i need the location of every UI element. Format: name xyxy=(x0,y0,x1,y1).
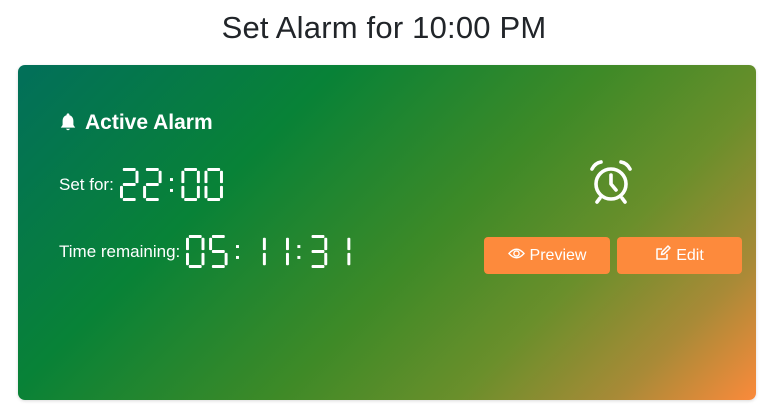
preview-button-label: Preview xyxy=(529,246,587,264)
alarm-clock-icon xyxy=(586,157,636,207)
eye-icon xyxy=(507,247,530,265)
set-for-value: 22:00 xyxy=(119,168,228,201)
time-remaining-value: 05:11:31 xyxy=(186,235,355,268)
edit-button[interactable]: Edit xyxy=(617,237,742,274)
digit-glyph xyxy=(263,237,267,266)
digital-readout: 05:11:31 xyxy=(186,235,351,268)
digit-glyph xyxy=(311,235,328,268)
card-header-label: Active Alarm xyxy=(85,111,213,134)
digital-readout: 22:00 xyxy=(119,168,223,201)
alarm-card: Active Alarm Set for: 22:00 Time remaini… xyxy=(18,65,756,400)
digit-glyph xyxy=(119,168,139,201)
set-for-label: Set for: xyxy=(59,174,114,194)
colon-glyph xyxy=(297,245,301,259)
digit-glyph xyxy=(286,237,290,266)
digit-glyph xyxy=(347,237,351,266)
digit-glyph xyxy=(209,235,228,268)
bell-icon xyxy=(58,113,78,133)
digit-glyph xyxy=(186,235,205,268)
edit-icon xyxy=(655,245,676,266)
digit-glyph xyxy=(204,168,223,201)
digit-glyph xyxy=(142,168,162,201)
time-remaining-label: Time remaining: xyxy=(59,241,181,261)
time-remaining-row: Time remaining: 05:11:31 xyxy=(59,235,355,268)
card-header: Active Alarm xyxy=(58,111,213,135)
preview-button[interactable]: Preview xyxy=(484,237,610,274)
page-title: Set Alarm for 10:00 PM xyxy=(221,10,547,45)
colon-glyph xyxy=(236,245,240,259)
set-for-row: Set for: 22:00 xyxy=(59,168,227,201)
edit-button-label: Edit xyxy=(676,246,704,264)
digit-glyph xyxy=(181,168,200,201)
colon-glyph xyxy=(169,178,173,192)
